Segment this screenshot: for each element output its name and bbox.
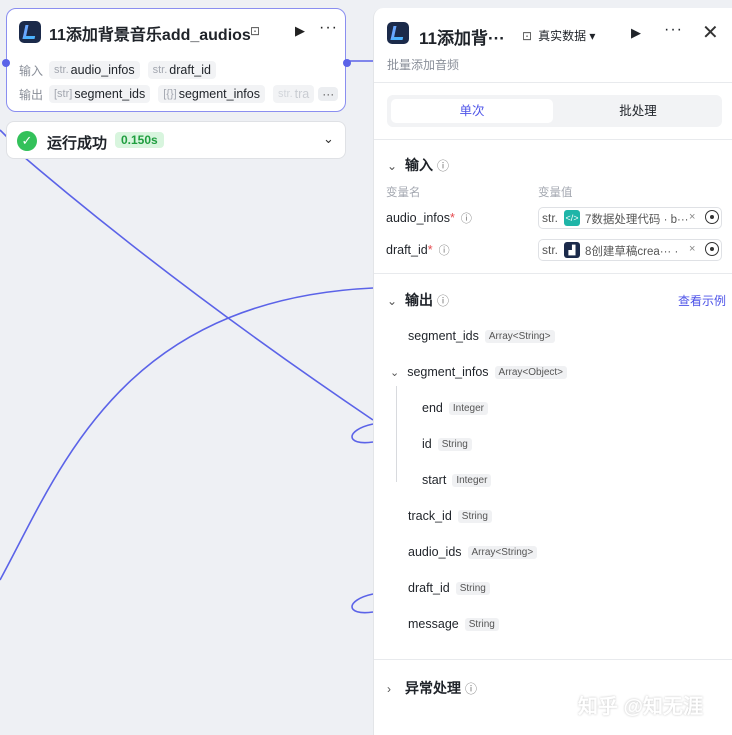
node-title: 11添加背景音乐add_audios — [49, 27, 251, 44]
node-detail-panel: 11添加背··· ⊡ 真实数据 ▾ ▶ ··· ✕ 批量添加音频 单次 批处理 ⌄… — [373, 8, 732, 735]
divider — [374, 659, 732, 660]
output-port[interactable] — [343, 59, 351, 67]
input-tag: str. audio_infos — [49, 61, 140, 79]
tree-guide-line — [396, 386, 407, 482]
more-options-icon[interactable]: ··· — [319, 19, 338, 37]
chevron-right-icon: › — [387, 682, 391, 696]
variable-target-icon[interactable] — [705, 242, 719, 256]
chevron-down-icon: ⌄ — [387, 294, 398, 308]
output-field: audio_ids Array<String> — [408, 545, 538, 559]
tab-batch[interactable]: 批处理 — [557, 99, 719, 123]
dropdown-arrow-icon: ▾ — [589, 29, 596, 43]
variable-target-icon[interactable] — [705, 210, 719, 224]
output-field: track_id String — [408, 509, 492, 523]
clear-icon[interactable]: × — [689, 211, 695, 223]
divider — [374, 273, 732, 274]
info-icon[interactable]: ⓘ — [465, 682, 477, 696]
input-tag: str. draft_id — [147, 61, 216, 79]
run-node-icon[interactable]: ▶ — [295, 23, 305, 39]
tab-single[interactable]: 单次 — [391, 99, 553, 123]
node-input-row: 输入 str. audio_infos str. draft_id — [19, 61, 224, 79]
connection-edge[interactable] — [0, 287, 374, 581]
column-header-var-name: 变量名 — [386, 187, 421, 199]
view-example-link[interactable]: 查看示例 — [678, 292, 726, 309]
bot-icon: ⊡ — [522, 29, 533, 43]
output-field: id String — [422, 437, 472, 451]
exception-section-header[interactable]: › 异常处理 ⓘ — [387, 678, 477, 698]
run-node-icon[interactable]: ▶ — [631, 25, 641, 41]
plugin-logo-icon — [387, 22, 409, 44]
clear-icon[interactable]: × — [689, 243, 695, 255]
output-label: 输出 — [19, 87, 44, 102]
input-var-name: draft_id* ⓘ — [386, 243, 450, 257]
output-field: message String — [408, 617, 499, 631]
chevron-down-icon: ⌄ — [387, 159, 398, 173]
input-var-name: audio_infos* ⓘ — [386, 211, 472, 225]
plugin-logo-icon: ▟ — [564, 242, 580, 258]
panel-title[interactable]: 11添加背··· — [419, 24, 505, 49]
run-time-badge: 0.150s — [115, 132, 164, 148]
close-icon[interactable]: ✕ — [702, 20, 719, 45]
connection-edge[interactable] — [351, 593, 374, 614]
output-tag: [str] segment_ids — [49, 85, 151, 103]
divider — [374, 139, 732, 140]
data-mode-dropdown[interactable]: ⊡ 真实数据 ▾ — [522, 27, 595, 44]
workflow-node[interactable]: 11添加背景音乐add_audios ⊡ ▶ ··· 输入 str. audio_… — [2, 8, 351, 112]
output-tag: str. tra — [273, 85, 315, 103]
input-var-value[interactable]: str. ▟ 8创建草稿crea··· · × — [538, 239, 722, 261]
more-options-icon[interactable]: ··· — [664, 21, 683, 39]
info-icon[interactable]: ⓘ — [439, 245, 450, 257]
success-check-icon: ✓ — [17, 131, 37, 151]
panel-subtitle: 批量添加音频 — [387, 58, 460, 72]
output-field[interactable]: ⌄ segment_infos Array<Object> — [390, 365, 568, 379]
output-field: draft_id String — [408, 581, 490, 595]
chevron-down-icon[interactable]: ⌄ — [390, 366, 399, 379]
input-port[interactable] — [2, 59, 10, 67]
chevron-down-icon[interactable]: ⌄ — [323, 131, 334, 147]
output-field: segment_ids Array<String> — [408, 329, 555, 343]
input-var-value[interactable]: str. </> 7数据处理代码 · b··· × — [538, 207, 722, 229]
watermark: 知乎 @知无涯 — [578, 696, 704, 718]
info-icon[interactable]: ⓘ — [437, 294, 449, 308]
input-section-header[interactable]: ⌄ 输入 ⓘ — [387, 155, 449, 175]
plugin-logo-icon — [19, 21, 41, 43]
column-header-var-value: 变量值 — [538, 187, 573, 199]
info-icon[interactable]: ⓘ — [461, 213, 472, 225]
run-mode-tabs: 单次 批处理 — [387, 95, 722, 127]
output-tag: [{}] segment_infos — [158, 85, 265, 103]
node-output-row: 输出 [str] segment_ids [{}] segment_infos st… — [19, 85, 339, 103]
input-label: 输入 — [19, 63, 44, 78]
output-section-header[interactable]: ⌄ 输出 ⓘ — [387, 290, 449, 310]
output-field: end Integer — [422, 401, 488, 415]
connection-edge[interactable] — [351, 423, 374, 444]
more-outputs-button[interactable]: ··· — [318, 87, 339, 101]
bot-icon[interactable]: ⊡ — [250, 24, 260, 38]
connection-edge[interactable] — [9, 144, 374, 421]
status-text: 运行成功 — [47, 135, 108, 152]
run-status-bar[interactable]: ✓ 运行成功 0.150s ⌄ — [6, 121, 346, 159]
info-icon[interactable]: ⓘ — [437, 159, 449, 173]
code-node-icon: </> — [564, 210, 580, 226]
divider — [374, 82, 732, 83]
output-field: start Integer — [422, 473, 492, 487]
